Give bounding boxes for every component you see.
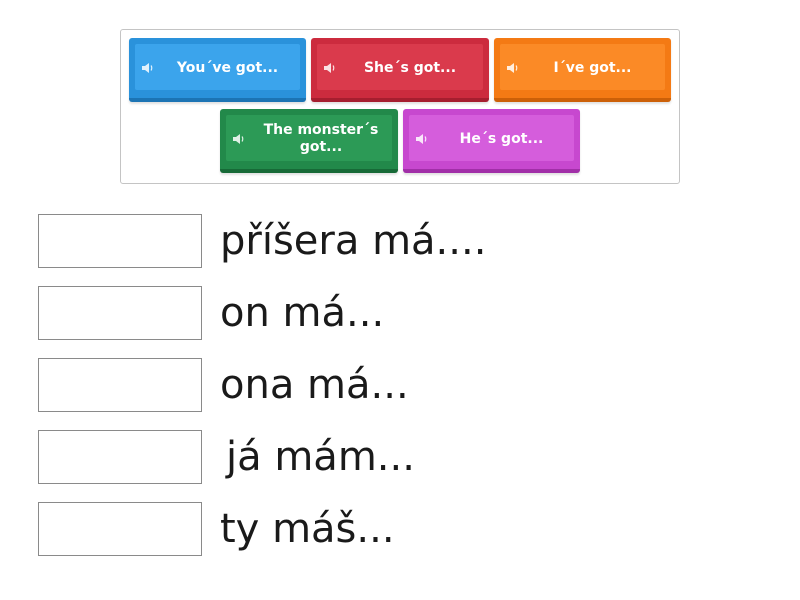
match-row: on má... (38, 286, 738, 342)
drop-slot[interactable] (38, 358, 202, 412)
target-text: já mám... (226, 434, 415, 480)
answer-tile-youve-got[interactable]: You´ve got... (129, 38, 306, 102)
match-row: ty máš... (38, 502, 738, 558)
drop-slot[interactable] (38, 502, 202, 556)
target-text: příšera má.... (220, 218, 487, 264)
match-row: ona má... (38, 358, 738, 414)
target-text: ty máš... (220, 506, 395, 552)
drop-slot[interactable] (38, 214, 202, 268)
drop-slot[interactable] (38, 430, 202, 484)
drop-slot[interactable] (38, 286, 202, 340)
tile-label: The monster´s got... (263, 122, 379, 155)
answer-bank: You´ve got... She´s got... I´ve got... T… (120, 29, 680, 184)
tile-label: He´s got... (459, 130, 544, 147)
target-text: on má... (220, 290, 385, 336)
answer-tile-monsters-got[interactable]: The monster´s got... (220, 109, 398, 173)
answer-tile-shes-got[interactable]: She´s got... (311, 38, 489, 102)
match-row: příšera má.... (38, 214, 738, 270)
match-row: já mám... (38, 430, 738, 486)
tile-label: I´ve got... (553, 59, 632, 76)
target-text: ona má... (220, 362, 409, 408)
tile-label: You´ve got... (176, 59, 279, 76)
answer-tile-hes-got[interactable]: He´s got... (403, 109, 580, 173)
tile-label: She´s got... (363, 59, 457, 76)
answer-tile-ive-got[interactable]: I´ve got... (494, 38, 671, 102)
